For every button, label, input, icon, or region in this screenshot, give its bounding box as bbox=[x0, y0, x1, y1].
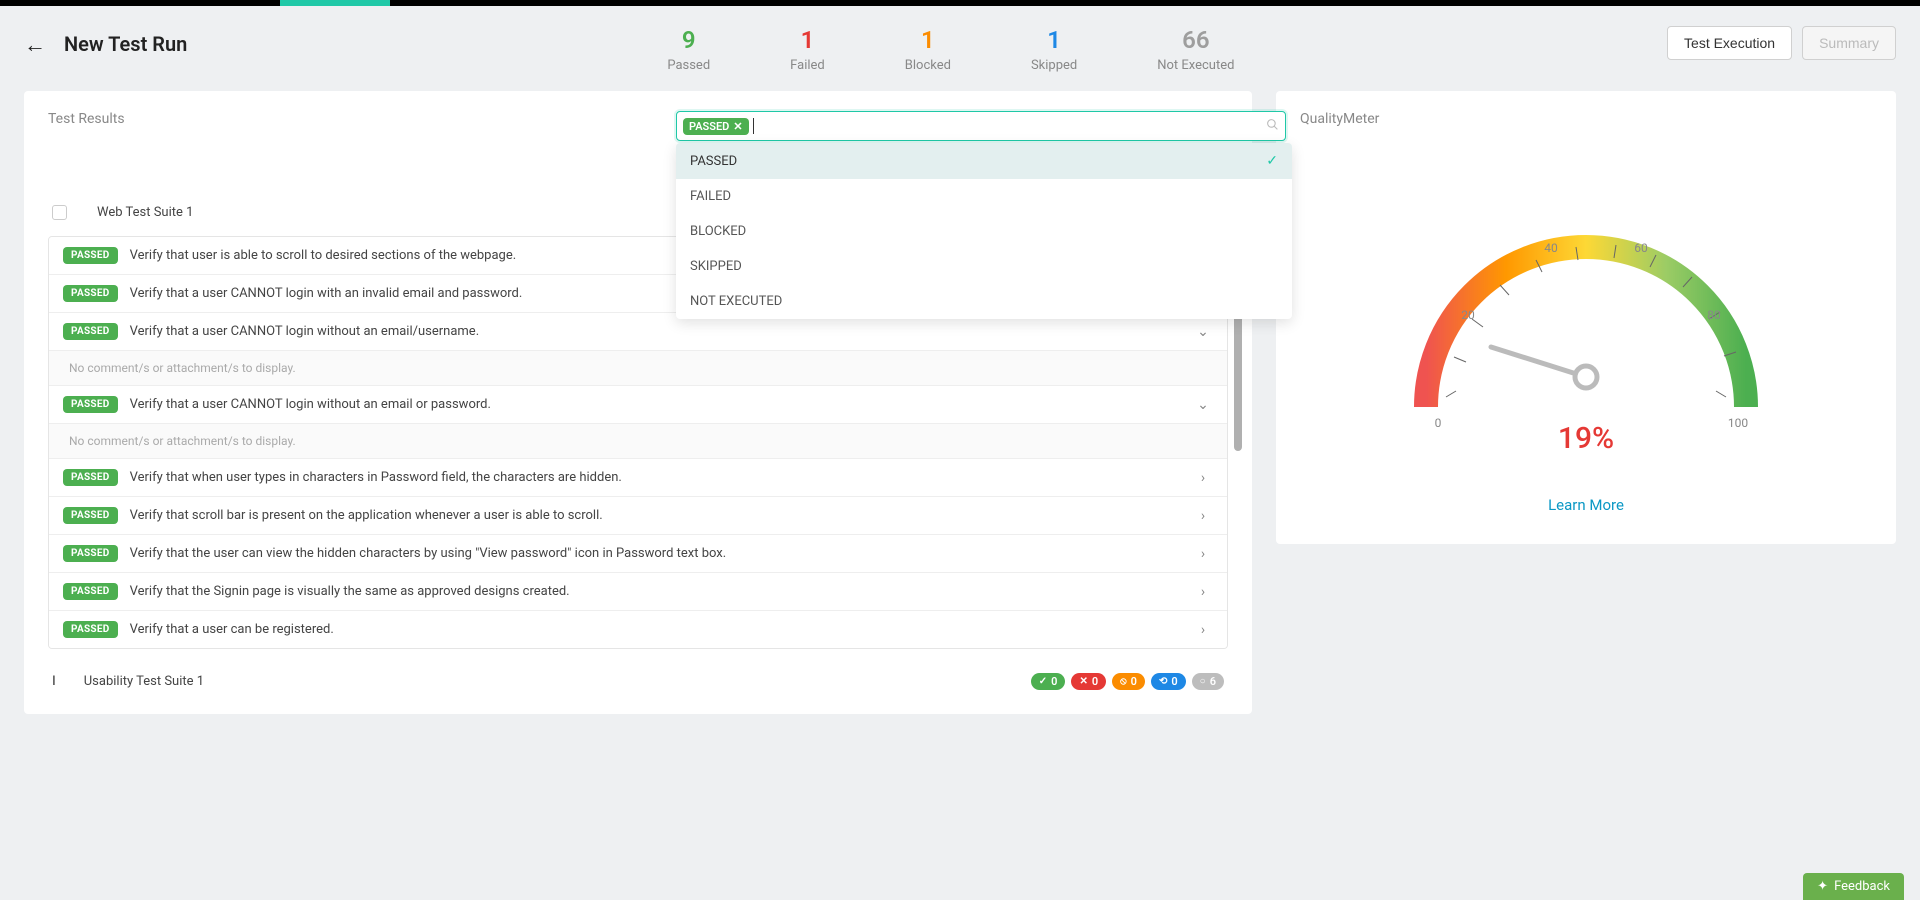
gauge-needle bbox=[1491, 347, 1597, 388]
stat-passed[interactable]: 9 Passed bbox=[667, 26, 710, 73]
back-arrow-icon[interactable]: ← bbox=[24, 32, 46, 58]
pill-blocked: ⦸0 bbox=[1112, 673, 1145, 690]
expand-icon[interactable]: I bbox=[52, 674, 56, 689]
status-badge: PASSED bbox=[63, 285, 118, 302]
dropdown-option-notexec[interactable]: NOT EXECUTED bbox=[676, 284, 1292, 319]
chevron-right-icon[interactable]: › bbox=[1193, 470, 1213, 486]
test-desc: Verify that a user CANNOT login with an … bbox=[130, 286, 523, 301]
skip-icon: ⟲ bbox=[1159, 676, 1167, 687]
status-badge: PASSED bbox=[63, 583, 118, 600]
stat-passed-label: Passed bbox=[667, 58, 710, 73]
page-title: New Test Run bbox=[64, 32, 187, 56]
filter-dropdown: PASSED ✓ FAILED BLOCKED SKIPPED NOT EXEC… bbox=[676, 143, 1292, 319]
dropdown-option-failed[interactable]: FAILED bbox=[676, 179, 1292, 214]
megaphone-icon: ✦ bbox=[1817, 879, 1828, 894]
chevron-right-icon[interactable]: › bbox=[1193, 622, 1213, 638]
stat-skipped-value: 1 bbox=[1031, 26, 1077, 54]
search-icon[interactable] bbox=[1266, 118, 1279, 135]
tab-test-execution[interactable]: Test Execution bbox=[1667, 26, 1792, 60]
test-row[interactable]: PASSED Verify that scroll bar is present… bbox=[49, 496, 1227, 534]
chevron-down-icon[interactable]: ⌄ bbox=[1193, 324, 1213, 340]
test-desc: Verify that a user can be registered. bbox=[130, 622, 334, 637]
chevron-right-icon[interactable]: › bbox=[1193, 508, 1213, 524]
stat-blocked-value: 1 bbox=[905, 26, 951, 54]
svg-text:0: 0 bbox=[1435, 416, 1442, 430]
check-circle-icon: ✓ bbox=[1039, 676, 1047, 687]
test-row[interactable]: PASSED Verify that a user can be registe… bbox=[49, 610, 1227, 648]
test-desc: Verify that the Signin page is visually … bbox=[130, 584, 570, 599]
suite-checkbox[interactable] bbox=[52, 205, 67, 220]
suite-name-2: Usability Test Suite 1 bbox=[84, 674, 204, 689]
status-badge: PASSED bbox=[63, 469, 118, 486]
filter-input[interactable]: PASSED ✕ bbox=[676, 111, 1286, 141]
stat-skipped[interactable]: 1 Skipped bbox=[1031, 26, 1077, 73]
no-comment-note: No comment/s or attachment/s to display. bbox=[49, 350, 1227, 385]
block-icon: ⦸ bbox=[1120, 676, 1127, 687]
test-row[interactable]: PASSED Verify that when user types in ch… bbox=[49, 458, 1227, 496]
test-row[interactable]: PASSED Verify that the Signin page is vi… bbox=[49, 572, 1227, 610]
filter-chip-passed[interactable]: PASSED ✕ bbox=[683, 118, 749, 135]
stat-failed-label: Failed bbox=[790, 58, 825, 73]
status-badge: PASSED bbox=[63, 247, 118, 264]
status-badge: PASSED bbox=[63, 323, 118, 340]
test-row[interactable]: PASSED Verify that the user can view the… bbox=[49, 534, 1227, 572]
test-desc: Verify that a user CANNOT login without … bbox=[130, 397, 491, 412]
no-comment-note: No comment/s or attachment/s to display. bbox=[49, 423, 1227, 458]
test-desc: Verify that a user CANNOT login without … bbox=[130, 324, 480, 339]
x-circle-icon: ✕ bbox=[1079, 676, 1087, 687]
stat-failed-value: 1 bbox=[790, 26, 825, 54]
svg-text:100: 100 bbox=[1728, 416, 1748, 430]
stat-blocked-label: Blocked bbox=[905, 58, 951, 73]
dropdown-option-blocked[interactable]: BLOCKED bbox=[676, 214, 1292, 249]
test-results-panel: Test Results PASSED ✕ PASSED ✓ bbox=[24, 91, 1252, 714]
suite-name-1: Web Test Suite 1 bbox=[97, 205, 193, 220]
quality-meter-title: QualityMeter bbox=[1300, 111, 1872, 127]
status-badge: PASSED bbox=[63, 507, 118, 524]
test-desc: Verify that the user can view the hidden… bbox=[130, 546, 727, 561]
dropdown-option-skipped[interactable]: SKIPPED bbox=[676, 249, 1292, 284]
chevron-right-icon[interactable]: › bbox=[1193, 584, 1213, 600]
pill-notexec: ○6 bbox=[1192, 673, 1224, 690]
check-icon: ✓ bbox=[1266, 153, 1278, 169]
text-caret bbox=[753, 118, 754, 134]
stats-bar: 9 Passed 1 Failed 1 Blocked 1 Skipped 66… bbox=[667, 26, 1234, 73]
stat-blocked[interactable]: 1 Blocked bbox=[905, 26, 951, 73]
pill-failed: ✕0 bbox=[1071, 673, 1106, 690]
pill-passed: ✓0 bbox=[1031, 673, 1066, 690]
svg-text:40: 40 bbox=[1544, 241, 1558, 255]
stat-notexec-label: Not Executed bbox=[1157, 58, 1234, 73]
chip-remove-icon[interactable]: ✕ bbox=[733, 120, 742, 133]
status-badge: PASSED bbox=[63, 621, 118, 638]
circle-icon: ○ bbox=[1200, 676, 1206, 687]
test-desc: Verify that scroll bar is present on the… bbox=[130, 508, 603, 523]
test-row[interactable]: PASSED Verify that a user CANNOT login w… bbox=[49, 385, 1227, 423]
suite-header-2[interactable]: I Usability Test Suite 1 ✓0 ✕0 ⦸0 ⟲0 ○6 bbox=[48, 659, 1228, 694]
test-desc: Verify that when user types in character… bbox=[130, 470, 622, 485]
chevron-down-icon[interactable]: ⌄ bbox=[1193, 397, 1213, 413]
stat-skipped-label: Skipped bbox=[1031, 58, 1077, 73]
feedback-button[interactable]: ✦ Feedback bbox=[1803, 873, 1904, 900]
svg-text:60: 60 bbox=[1634, 241, 1648, 255]
stat-failed[interactable]: 1 Failed bbox=[790, 26, 825, 73]
pill-skipped: ⟲0 bbox=[1151, 673, 1186, 690]
stat-notexec[interactable]: 66 Not Executed bbox=[1157, 26, 1234, 73]
quality-meter-panel: QualityMeter bbox=[1276, 91, 1896, 544]
status-badge: PASSED bbox=[63, 396, 118, 413]
test-desc: Verify that user is able to scroll to de… bbox=[130, 248, 517, 263]
dropdown-option-passed[interactable]: PASSED ✓ bbox=[676, 143, 1292, 179]
stat-notexec-value: 66 bbox=[1157, 26, 1234, 54]
svg-text:80: 80 bbox=[1707, 308, 1721, 322]
chevron-right-icon[interactable]: › bbox=[1193, 546, 1213, 562]
status-badge: PASSED bbox=[63, 545, 118, 562]
learn-more-link[interactable]: Learn More bbox=[1548, 496, 1624, 514]
svg-text:20: 20 bbox=[1461, 308, 1475, 322]
filter-chip-label: PASSED bbox=[689, 120, 729, 133]
gauge-chart: 0 20 40 60 80 100 bbox=[1376, 157, 1796, 457]
stat-passed-value: 9 bbox=[667, 26, 710, 54]
tab-summary[interactable]: Summary bbox=[1802, 26, 1896, 60]
